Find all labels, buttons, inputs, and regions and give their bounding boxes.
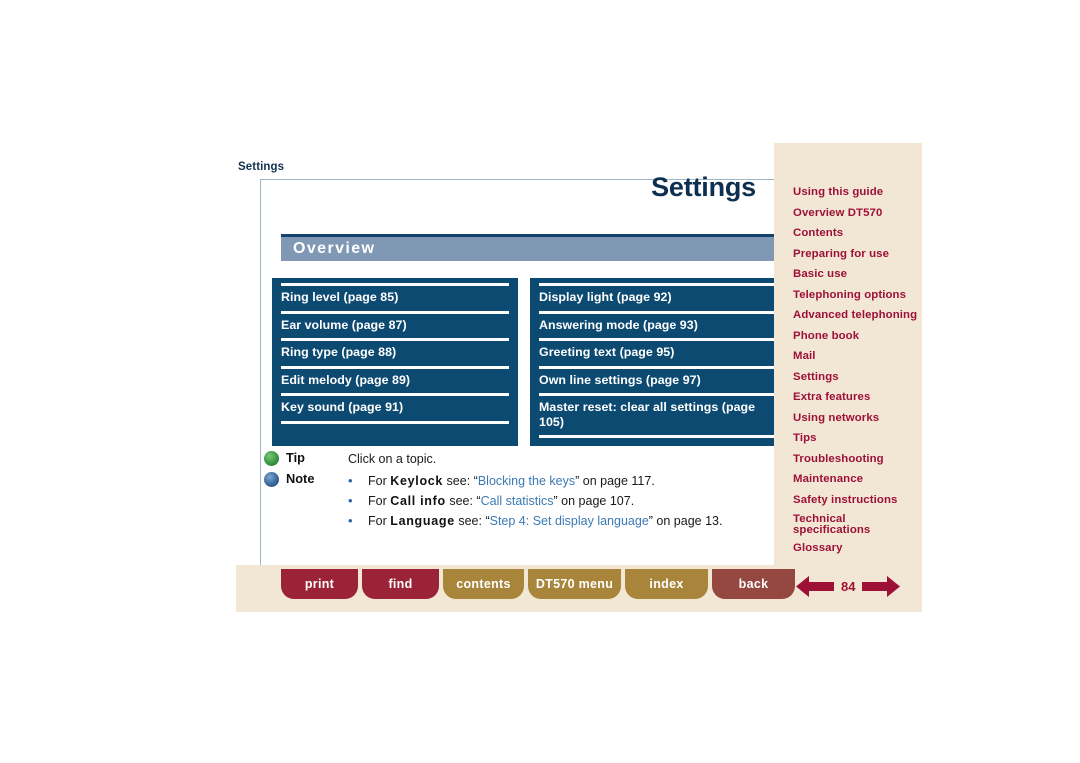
topic-columns: Ring level (page 85) Ear volume (page 87… — [272, 278, 784, 446]
tip-body: Click on a topic. — [348, 450, 782, 469]
bullet-icon: • — [348, 473, 353, 488]
topic-column-spacer — [281, 424, 509, 439]
sidebar-item-using-this-guide[interactable]: Using this guide — [793, 182, 921, 203]
chapter-sidebar: Using this guide Overview DT570 Contents… — [774, 143, 922, 612]
note-item: • For Language see: “Step 4: Set display… — [348, 511, 782, 531]
sidebar-item-maintenance[interactable]: Maintenance — [793, 469, 921, 490]
print-button[interactable]: print — [281, 569, 358, 599]
topic-link[interactable]: Answering mode (page 93) — [539, 310, 775, 339]
sidebar-item-mail[interactable]: Mail — [793, 346, 921, 367]
contents-button[interactable]: contents — [443, 569, 524, 599]
topic-link[interactable]: Edit melody (page 89) — [281, 365, 509, 394]
sidebar-item-settings[interactable]: Settings — [793, 367, 921, 388]
footer-button-group: print find contents DT570 menu index bac… — [281, 569, 795, 599]
note-body: • For Keylock see: “Blocking the keys” o… — [348, 471, 782, 531]
tip-bubble-icon — [264, 451, 279, 466]
dt570-menu-button[interactable]: DT570 menu — [528, 569, 621, 599]
topic-column-left: Ring level (page 85) Ear volume (page 87… — [272, 278, 518, 446]
topic-link[interactable]: Own line settings (page 97) — [539, 365, 775, 394]
note-bubble-icon — [264, 472, 279, 487]
section-header-bar: Overview — [281, 234, 776, 261]
sidebar-item-phone-book[interactable]: Phone book — [793, 326, 921, 347]
page-navigation: 84 — [796, 571, 901, 601]
sidebar-item-contents[interactable]: Contents — [793, 223, 921, 244]
note-item: • For Keylock see: “Blocking the keys” o… — [348, 471, 782, 491]
section-title: Overview — [293, 240, 376, 257]
sidebar-item-glossary[interactable]: Glossary — [793, 538, 921, 559]
topic-link[interactable]: Key sound (page 91) — [281, 393, 509, 421]
note-keyword: Call info — [390, 494, 446, 508]
sidebar-item-basic-use[interactable]: Basic use — [793, 264, 921, 285]
sidebar-item-label-line2: specifications — [793, 523, 871, 536]
note-item-text: For Keylock see: “Blocking the keys” on … — [368, 474, 655, 488]
note-item-text: For Call info see: “Call statistics” on … — [368, 494, 635, 508]
bullet-icon: • — [348, 513, 353, 528]
sidebar-item-technical-specifications[interactable]: Technical specifications — [793, 510, 921, 538]
bullet-icon: • — [348, 493, 353, 508]
note-keyword: Keylock — [390, 474, 444, 488]
sidebar-item-using-networks[interactable]: Using networks — [793, 408, 921, 429]
footer-toolbar: print find contents DT570 menu index bac… — [236, 565, 922, 612]
sidebar-list: Using this guide Overview DT570 Contents… — [793, 182, 921, 559]
topic-column-right: Display light (page 92) Answering mode (… — [530, 278, 784, 446]
sidebar-item-extra-features[interactable]: Extra features — [793, 387, 921, 408]
page-title: Settings — [651, 172, 756, 202]
topic-link[interactable]: Ring level (page 85) — [281, 283, 509, 311]
note-item: • For Call info see: “Call statistics” o… — [348, 491, 782, 511]
topic-link[interactable]: Ear volume (page 87) — [281, 310, 509, 339]
cross-reference-link[interactable]: Step 4: Set display language — [490, 514, 649, 528]
tip-label: Tip — [286, 450, 305, 465]
notes-block: Tip Click on a topic. Note • For Keylock… — [262, 450, 782, 533]
sidebar-item-troubleshooting[interactable]: Troubleshooting — [793, 449, 921, 470]
cross-reference-link[interactable]: Blocking the keys — [478, 474, 575, 488]
note-item-text: For Language see: “Step 4: Set display l… — [368, 514, 723, 528]
sidebar-item-tips[interactable]: Tips — [793, 428, 921, 449]
cross-reference-link[interactable]: Call statistics — [481, 494, 554, 508]
sidebar-item-advanced-telephoning[interactable]: Advanced telephoning — [793, 305, 921, 326]
back-button[interactable]: back — [712, 569, 795, 599]
note-marker — [262, 471, 286, 489]
tip-row: Tip Click on a topic. — [262, 450, 782, 469]
breadcrumb: Settings — [238, 161, 285, 173]
topic-link[interactable]: Greeting text (page 95) — [539, 338, 775, 366]
topic-link[interactable]: Display light (page 92) — [539, 283, 775, 311]
next-page-arrow-icon[interactable] — [862, 574, 901, 599]
topic-divider — [539, 435, 775, 438]
sidebar-item-telephoning-options[interactable]: Telephoning options — [793, 285, 921, 306]
previous-page-arrow-icon[interactable] — [796, 574, 834, 599]
topic-link[interactable]: Ring type (page 88) — [281, 338, 509, 366]
sidebar-item-preparing-for-use[interactable]: Preparing for use — [793, 244, 921, 265]
sidebar-item-safety-instructions[interactable]: Safety instructions — [793, 490, 921, 511]
note-keyword: Language — [390, 514, 455, 528]
sidebar-item-label-line1: Technical — [793, 513, 846, 525]
find-button[interactable]: find — [362, 569, 439, 599]
topic-link[interactable]: Master reset: clear all settings (page 1… — [539, 393, 775, 435]
page-number: 84 — [841, 578, 856, 594]
sidebar-item-overview-dt570[interactable]: Overview DT570 — [793, 203, 921, 224]
note-label: Note — [286, 471, 315, 486]
index-button[interactable]: index — [625, 569, 708, 599]
tip-marker — [262, 450, 286, 468]
note-row: Note • For Keylock see: “Blocking the ke… — [262, 471, 782, 531]
tip-text: Click on a topic. — [348, 452, 437, 466]
